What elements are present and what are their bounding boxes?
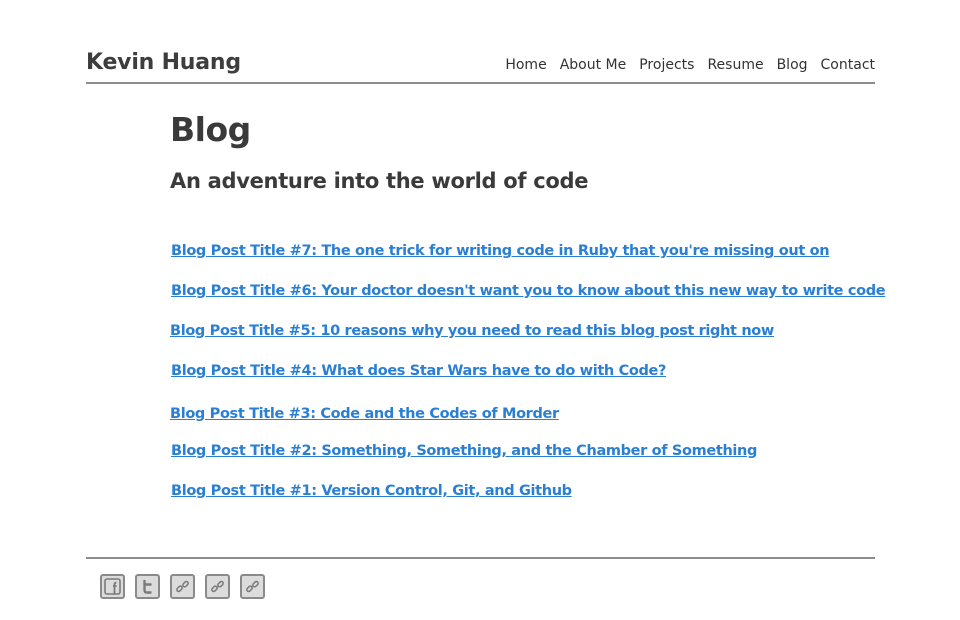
page-title: Blog: [170, 110, 251, 149]
blog-post-link-7[interactable]: Blog Post Title #7: The one trick for wr…: [171, 243, 830, 259]
page-subtitle: An adventure into the world of code: [170, 169, 589, 193]
social-links: [100, 574, 275, 599]
link-icon[interactable]: [205, 574, 230, 599]
nav-projects[interactable]: Projects: [639, 57, 694, 73]
site-header: Kevin Huang Home About Me Projects Resum…: [86, 48, 875, 84]
site-footer: [86, 557, 875, 599]
blog-post-link-5[interactable]: Blog Post Title #5: 10 reasons why you n…: [170, 323, 774, 339]
nav-about-me[interactable]: About Me: [560, 57, 627, 73]
blog-post-link-1[interactable]: Blog Post Title #1: Version Control, Git…: [171, 483, 572, 499]
page: Kevin Huang Home About Me Projects Resum…: [0, 0, 960, 620]
main-nav: Home About Me Projects Resume Blog Conta…: [492, 57, 875, 73]
nav-blog[interactable]: Blog: [777, 57, 808, 73]
site-title[interactable]: Kevin Huang: [86, 50, 241, 75]
nav-resume[interactable]: Resume: [707, 57, 763, 73]
blog-post-link-3[interactable]: Blog Post Title #3: Code and the Codes o…: [170, 406, 559, 422]
facebook-icon[interactable]: [100, 574, 125, 599]
blog-post-link-4[interactable]: Blog Post Title #4: What does Star Wars …: [171, 363, 666, 379]
twitter-icon[interactable]: [135, 574, 160, 599]
blog-post-link-6[interactable]: Blog Post Title #6: Your doctor doesn't …: [171, 283, 886, 299]
blog-post-link-2[interactable]: Blog Post Title #2: Something, Something…: [171, 443, 757, 459]
nav-home[interactable]: Home: [505, 57, 546, 73]
main-content: Blog An adventure into the world of code: [170, 108, 870, 196]
link-icon[interactable]: [240, 574, 265, 599]
link-icon[interactable]: [170, 574, 195, 599]
nav-contact[interactable]: Contact: [821, 57, 875, 73]
